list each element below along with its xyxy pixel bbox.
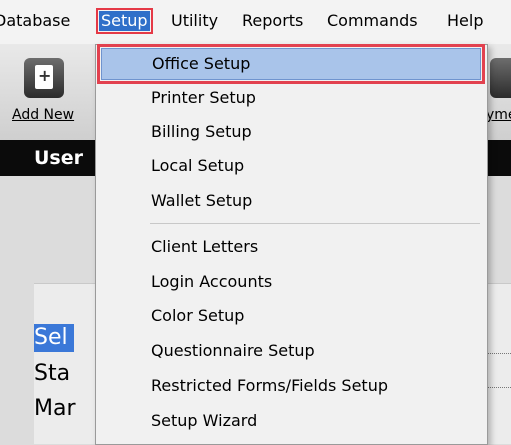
document-plus-icon (35, 65, 53, 89)
menu-utility-label: Utility (171, 11, 219, 30)
panel-item[interactable]: Sta (34, 360, 70, 388)
menu-item-label: Printer Setup (151, 88, 256, 107)
payment-button-fragment[interactable]: yme (486, 107, 511, 123)
menu-item-label: Local Setup (151, 156, 245, 175)
menu-reports[interactable]: Reports (242, 11, 303, 31)
menu-item-color-setup[interactable]: Color Setup (101, 301, 479, 331)
menu-item-label: Login Accounts (151, 272, 273, 291)
menu-item-office-setup[interactable]: Office Setup (97, 44, 485, 84)
add-new-icon[interactable] (24, 58, 64, 98)
divider (487, 353, 511, 354)
add-new-button[interactable]: Add New (12, 107, 74, 123)
menu-item-label: Setup Wizard (151, 411, 258, 430)
menu-item-billing-setup[interactable]: Billing Setup (101, 117, 479, 147)
menu-item-questionnaire-setup[interactable]: Questionnaire Setup (101, 336, 479, 366)
menu-item-login-accounts[interactable]: Login Accounts (101, 267, 479, 297)
divider (487, 387, 511, 388)
menu-reports-label: Reports (242, 11, 304, 30)
menu-bar: Database Setup Utility Reports Commands … (0, 0, 511, 44)
menu-database-label: Database (0, 11, 71, 30)
panel-item[interactable]: Mar (34, 395, 76, 423)
menu-item-label: Client Letters (151, 237, 259, 256)
menu-item-local-setup[interactable]: Local Setup (101, 151, 479, 181)
menu-database[interactable]: Database (0, 11, 70, 31)
menu-item-restricted-forms-fields-setup[interactable]: Restricted Forms/Fields Setup (101, 371, 479, 401)
payment-icon[interactable] (490, 58, 511, 98)
menu-item-label: Office Setup (152, 54, 251, 73)
menu-utility[interactable]: Utility (171, 11, 218, 31)
menu-item-label: Billing Setup (151, 122, 252, 141)
menu-help-label: Help (447, 11, 484, 30)
menu-item-printer-setup[interactable]: Printer Setup (101, 83, 479, 113)
menu-commands[interactable]: Commands (327, 11, 418, 31)
menu-setup[interactable]: Setup (96, 8, 153, 34)
menu-item-label: Wallet Setup (151, 191, 253, 210)
menu-item-setup-wizard[interactable]: Setup Wizard (101, 406, 479, 436)
menu-item-label: Color Setup (151, 306, 245, 325)
menu-item-label: Questionnaire Setup (151, 341, 315, 360)
panel-item-selected[interactable]: Sel (34, 324, 74, 352)
menu-commands-label: Commands (327, 11, 418, 30)
section-header-title: User (34, 147, 83, 169)
menu-item-client-letters[interactable]: Client Letters (101, 232, 479, 262)
menu-setup-label: Setup (101, 11, 148, 30)
menu-help[interactable]: Help (447, 11, 483, 31)
setup-dropdown-menu: Office Setup Printer Setup Billing Setup… (95, 44, 488, 445)
menu-item-label: Restricted Forms/Fields Setup (151, 376, 388, 395)
menu-separator (150, 223, 480, 224)
menu-item-wallet-setup[interactable]: Wallet Setup (101, 186, 479, 216)
